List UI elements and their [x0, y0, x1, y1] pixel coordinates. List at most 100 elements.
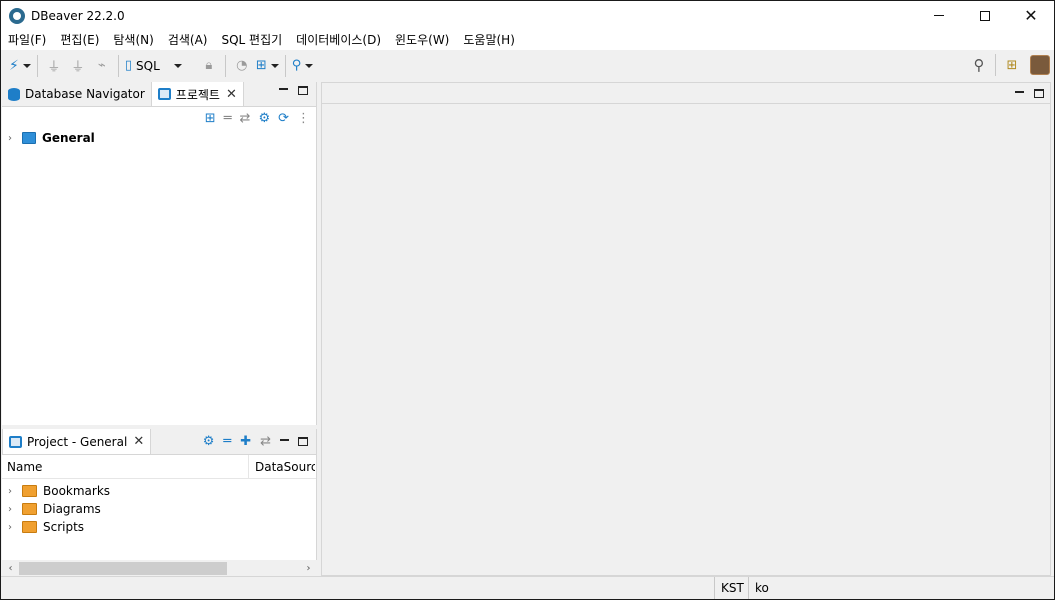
new-folder-icon[interactable]: ⊞ — [205, 111, 216, 126]
toolbar-separator — [284, 54, 286, 77]
plug-refresh-icon: ⏚ — [71, 60, 85, 75]
refresh-icon[interactable]: ⟳ — [278, 111, 289, 126]
tab-label: Project - General — [27, 434, 128, 449]
chevron-down-icon — [173, 63, 182, 68]
dashboard-button[interactable]: ◔ — [232, 55, 252, 77]
toolbar-separator — [224, 54, 226, 77]
project-icon — [157, 88, 171, 100]
close-button[interactable]: ✕ — [1008, 1, 1054, 30]
reconnect-button[interactable]: ⏚ — [68, 55, 88, 77]
project-folder-icon — [22, 132, 36, 144]
list-item-label: Scripts — [43, 520, 85, 534]
maximize-panel-icon[interactable] — [298, 437, 308, 446]
close-icon[interactable]: ✕ — [133, 434, 144, 449]
menu-edit[interactable]: 편집(E) — [53, 30, 106, 50]
chevron-down-icon — [22, 63, 31, 68]
menu-sql-editor[interactable]: SQL 편집기 — [214, 30, 289, 50]
open-perspective-button[interactable]: ⊞ — [1002, 54, 1022, 76]
chevron-right-icon[interactable]: › — [8, 504, 18, 515]
maximize-panel-icon[interactable] — [298, 86, 308, 95]
maximize-icon — [980, 10, 990, 21]
tab-label: Database Navigator — [25, 87, 145, 101]
editor-area — [321, 82, 1051, 576]
disconnect-button[interactable]: ⌁ — [92, 55, 112, 77]
editor-tabbar — [322, 83, 1050, 104]
maximize-editor-icon[interactable] — [1034, 89, 1044, 98]
magnifier-icon: ⚲ — [291, 58, 302, 73]
scroll-left-icon[interactable]: ‹ — [2, 563, 19, 574]
title-bar: DBeaver 22.2.0 ✕ — [1, 1, 1054, 30]
close-icon[interactable]: ✕ — [226, 87, 237, 102]
maximize-button[interactable] — [962, 1, 1008, 30]
tab-projects[interactable]: 프로젝트 ✕ — [150, 82, 244, 106]
search-icon: ⚲ — [973, 56, 985, 74]
tab-project-general[interactable]: Project - General ✕ — [2, 429, 152, 454]
minimize-panel-icon[interactable] — [279, 87, 288, 90]
list-item-diagrams[interactable]: › Diagrams — [2, 500, 316, 518]
panel-controls — [279, 86, 308, 95]
gear-icon[interactable]: ⚙ — [258, 111, 270, 126]
list-item-bookmarks[interactable]: › Bookmarks — [2, 482, 316, 500]
sql-editor-button[interactable]: ▯ SQL — [125, 55, 195, 77]
diagrams-folder-icon — [22, 503, 37, 515]
project-icon — [9, 435, 22, 448]
global-search-button[interactable]: ⚲ — [969, 54, 989, 76]
horizontal-scrollbar[interactable]: ‹ › — [2, 560, 317, 577]
menu-search[interactable]: 검색(A) — [161, 30, 215, 50]
dbeaver-perspective-icon[interactable] — [1030, 55, 1050, 75]
close-icon: ✕ — [1024, 6, 1038, 25]
collapse-all-icon[interactable]: ═ — [223, 434, 231, 449]
tab-label: 프로젝트 — [175, 87, 220, 102]
minimize-button[interactable] — [916, 1, 962, 30]
minimize-editor-icon[interactable] — [1015, 90, 1024, 93]
sql-button-label: SQL — [136, 58, 160, 73]
menu-database[interactable]: 데이터베이스(D) — [289, 30, 388, 50]
menu-file[interactable]: 파일(F) — [1, 30, 53, 50]
expand-all-icon[interactable]: ✚ — [240, 434, 251, 449]
view-menu-icon[interactable]: ⋮ — [297, 111, 310, 126]
plug-add-icon: ⚡ — [9, 57, 19, 74]
tree-item-label: General — [42, 131, 95, 145]
projects-view-toolbar: ⊞ ═ ⇄ ⚙ ⟳ ⋮ — [2, 107, 316, 129]
minimize-panel-icon[interactable] — [280, 438, 289, 441]
link-with-editor-icon[interactable]: ⇄ — [260, 434, 271, 449]
search-tools-button[interactable]: ⚲ — [292, 55, 314, 77]
projects-panel: Database Navigator 프로젝트 ✕ ⊞ ═ ⇄ ⚙ ⟳ ⋮ › … — [2, 82, 317, 425]
main-toolbar: ⚡ ⏚ ⏚ ⌁ ▯ SQL 🔒︎ ◔ ⊞ ⚲ ⚲ ⊞ — [1, 50, 1054, 81]
project-general-tabbar: Project - General ✕ ⚙ ═ ✚ ⇄ — [2, 429, 316, 455]
editor-controls — [1015, 89, 1044, 98]
list-item-label: Diagrams — [43, 502, 101, 516]
lock-icon: 🔒︎ — [205, 58, 213, 73]
tree-item-general[interactable]: › General — [2, 129, 316, 147]
connect-button[interactable]: ⏚ — [44, 55, 64, 77]
list-item-scripts[interactable]: › Scripts — [2, 518, 316, 536]
column-header-datasource[interactable]: DataSource — [249, 460, 315, 474]
scroll-right-icon[interactable]: › — [300, 563, 317, 574]
status-timezone: KST — [714, 577, 750, 599]
window-title: DBeaver 22.2.0 — [31, 8, 125, 23]
collapse-all-icon[interactable]: ═ — [224, 111, 232, 126]
menu-help[interactable]: 도움말(H) — [456, 30, 522, 50]
perspective-icon: ⊞ — [1006, 57, 1018, 73]
chevron-right-icon[interactable]: › — [8, 522, 18, 533]
plug-icon: ⏚ — [47, 60, 61, 75]
transaction-mode-button[interactable]: 🔒︎ — [199, 55, 219, 77]
menu-window[interactable]: 윈도우(W) — [388, 30, 456, 50]
toolbar-separator — [36, 54, 38, 77]
gear-icon[interactable]: ⚙ — [203, 434, 215, 449]
chevron-right-icon[interactable]: › — [8, 133, 18, 144]
bookmarks-folder-icon — [22, 485, 37, 497]
chevron-right-icon[interactable]: › — [8, 486, 18, 497]
menu-navigate[interactable]: 탐색(N) — [106, 30, 160, 50]
panel-controls: ⚙ ═ ✚ ⇄ — [203, 434, 308, 449]
schema-compare-button[interactable]: ⊞ — [256, 55, 279, 77]
link-with-editor-icon[interactable]: ⇄ — [240, 111, 251, 126]
new-connection-button[interactable]: ⚡ — [9, 55, 31, 77]
column-header-name[interactable]: Name — [2, 454, 249, 479]
chevron-down-icon — [270, 63, 279, 68]
toolbar-right: ⚲ ⊞ — [967, 54, 1050, 76]
toolbar-separator — [995, 54, 996, 76]
scrollbar-thumb[interactable] — [19, 562, 227, 575]
tab-database-navigator[interactable]: Database Navigator — [2, 82, 151, 106]
database-icon — [8, 87, 20, 101]
